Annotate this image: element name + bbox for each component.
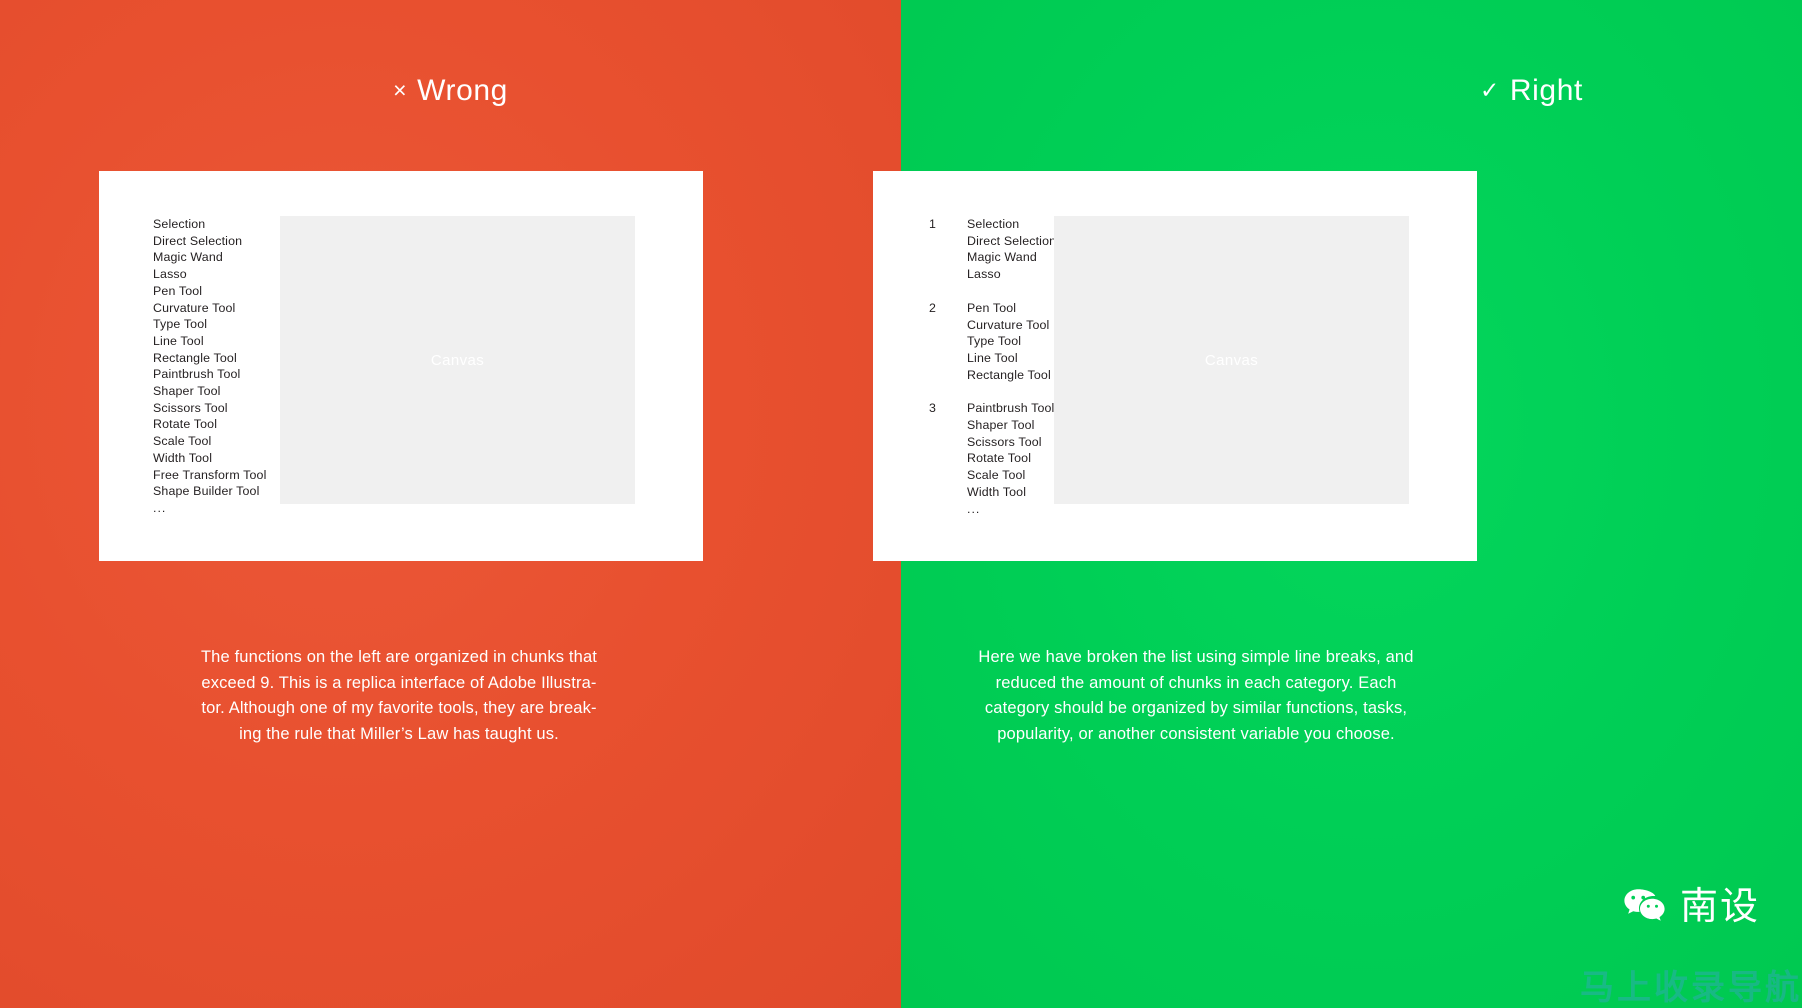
wrong-card-inner: Selection Direct Selection Magic Wand La… (99, 171, 703, 561)
tool-item: Rotate Tool (967, 451, 1032, 466)
panel-right: ✓ Right 1 Selection Direct Selection Magi… (873, 0, 1802, 1008)
tool-item: Pen Tool (967, 300, 1017, 315)
tool-item: Width Tool (153, 450, 213, 465)
tool-group-items: Pen Tool Curvature Tool Type Tool Line T… (967, 300, 1051, 384)
tool-item: Scale Tool (153, 434, 212, 449)
caption-line: category should be organized by similar … (984, 699, 1408, 717)
tool-item: Selection (967, 217, 1020, 231)
caption-line: tor. Although one of my favorite tools, … (201, 699, 597, 717)
tool-group-number: 1 (929, 217, 937, 231)
tool-item: Shaper Tool (153, 384, 221, 399)
watermark-label: 南设 (1679, 886, 1760, 928)
right-headline: ✓ Right (901, 74, 1802, 108)
canvas-label: Canvas (430, 351, 485, 369)
caption-line: reduced the amount of chunks in each cat… (995, 673, 1397, 692)
caption-line: ing the rule that Miller’s Law has taugh… (239, 724, 559, 743)
tool-item: Lasso (967, 267, 1001, 282)
tool-group-items: Paintbrush Tool Shaper Tool Scissors Too… (967, 400, 1054, 517)
check-icon: ✓ (1480, 77, 1500, 103)
tool-group-number: 3 (929, 401, 937, 416)
right-tool-list: 1 Selection Direct Selection Magic Wand … (929, 216, 1056, 517)
tool-item: Magic Wand (967, 250, 1037, 265)
tool-item: Direct Selection (153, 233, 243, 248)
tool-item: Paintbrush Tool (967, 401, 1055, 416)
tool-item: Scissors Tool (967, 434, 1042, 449)
caption-line: The functions on the left are organized … (200, 648, 598, 666)
canvas-label: Canvas (1204, 351, 1259, 369)
right-canvas-area: Canvas (1054, 216, 1409, 504)
tool-item: Shape Builder Tool (153, 484, 260, 499)
tool-item: Selection (153, 217, 206, 231)
right-title: Right (1509, 74, 1583, 107)
tool-list-ellipsis: ... (153, 500, 167, 515)
tool-group: 2 Pen Tool Curvature Tool Type Tool Line… (929, 300, 1056, 384)
wrong-tool-list: Selection Direct Selection Magic Wand La… (153, 216, 267, 517)
caption-line: exceed 9. This is a replica interface of… (201, 673, 597, 692)
tool-item: Type Tool (153, 317, 208, 332)
tool-group-items: Selection Direct Selection Magic Wand La… (967, 216, 1056, 283)
tool-item: Line Tool (967, 350, 1018, 365)
tool-item: Type Tool (967, 334, 1022, 349)
wechat-icon (1621, 884, 1667, 930)
tool-item: Rectangle Tool (153, 350, 237, 365)
comparison-stage: × Wrong Selection Direct Selection Magic … (0, 0, 1802, 1008)
panel-wrong: × Wrong Selection Direct Selection Magic … (0, 0, 901, 1008)
tool-item: Magic Wand (153, 250, 223, 265)
tool-item: Pen Tool (153, 283, 203, 298)
tool-item: Scissors Tool (153, 400, 228, 415)
right-card-inner: 1 Selection Direct Selection Magic Wand … (873, 171, 1477, 561)
tool-list-ellipsis: ... (967, 501, 981, 516)
tool-item: Direct Selection (967, 233, 1057, 248)
tool-item: Lasso (153, 267, 187, 282)
wrong-card: Selection Direct Selection Magic Wand La… (99, 171, 703, 561)
tool-item: Width Tool (967, 484, 1027, 499)
wrong-caption: The functions on the left are organized … (149, 645, 649, 747)
caption-line: popularity, or another consistent variab… (997, 724, 1395, 743)
tool-item: Curvature Tool (967, 317, 1050, 332)
tool-group: 1 Selection Direct Selection Magic Wand … (929, 216, 1056, 283)
tool-item: Rectangle Tool (967, 367, 1051, 382)
tool-item: Rotate Tool (153, 417, 218, 432)
watermark-sublabel: 马上收录导航 (1580, 968, 1802, 1007)
tool-item: Paintbrush Tool (153, 367, 241, 382)
cross-icon: × (393, 77, 408, 103)
tool-item: Free Transform Tool (153, 467, 267, 482)
right-caption: Here we have broken the list using simpl… (916, 645, 1476, 747)
tool-item: Shaper Tool (967, 418, 1035, 433)
tool-group: 3 Paintbrush Tool Shaper Tool Scissors T… (929, 400, 1056, 517)
watermark: 南设 (1621, 884, 1760, 930)
wrong-title: Wrong (417, 74, 508, 107)
right-card: 1 Selection Direct Selection Magic Wand … (873, 171, 1477, 561)
wrong-headline: × Wrong (0, 74, 1017, 108)
wrong-canvas-area: Canvas (280, 216, 635, 504)
caption-line: Here we have broken the list using simpl… (978, 648, 1414, 666)
tool-item: Scale Tool (967, 468, 1026, 483)
tool-item: Line Tool (153, 333, 204, 348)
tool-group-number: 2 (929, 300, 937, 315)
tool-item: Curvature Tool (153, 300, 236, 315)
